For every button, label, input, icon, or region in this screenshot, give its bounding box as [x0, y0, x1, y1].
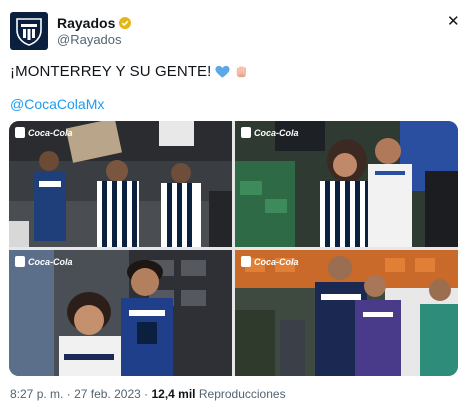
photo-3-tag-text: Coca-Cola: [28, 256, 73, 267]
tweet-time[interactable]: 8:27 p. m.: [10, 387, 63, 401]
photo-2-tag: Coca-Cola: [241, 127, 299, 138]
meta-separator-2: ·: [144, 387, 149, 401]
photo-4-tag-text: Coca-Cola: [254, 256, 299, 267]
tweet-date[interactable]: 27 feb. 2023: [74, 387, 141, 401]
close-icon[interactable]: ✕: [447, 12, 460, 30]
photo-grid: Coca-Cola Coca-Cola Coca-Cola Coca-Cola: [9, 121, 458, 376]
views-count: 12,4 mil: [151, 387, 196, 401]
photo-1-tag-text: Coca-Cola: [28, 127, 73, 138]
verified-badge-icon: [119, 17, 132, 29]
crest-badge-icon: [241, 256, 251, 267]
photo-4[interactable]: Coca-Cola: [235, 250, 458, 376]
photo-3-tag: Coca-Cola: [15, 256, 73, 267]
club-crest-icon: [16, 18, 42, 46]
avatar[interactable]: [10, 12, 48, 50]
crest-badge-icon: [15, 256, 25, 267]
photo-4-image: [235, 250, 458, 376]
photo-1-image: [9, 121, 232, 247]
views-label: Reproducciones: [198, 387, 286, 401]
photo-3-image: [9, 250, 232, 376]
mention-link[interactable]: @CocaColaMx: [10, 96, 104, 112]
photo-1-tag: Coca-Cola: [15, 127, 73, 138]
account-name[interactable]: Rayados: [57, 15, 132, 31]
crest-badge-icon: [15, 127, 25, 138]
photo-3[interactable]: Coca-Cola: [9, 250, 232, 376]
account-handle[interactable]: @Rayados: [57, 32, 122, 47]
blue-heart-icon: [215, 65, 230, 78]
photo-4-tag: Coca-Cola: [241, 256, 299, 267]
photo-2-tag-text: Coca-Cola: [254, 127, 299, 138]
photo-1[interactable]: Coca-Cola: [9, 121, 232, 247]
tweet-meta: 8:27 p. m. · 27 feb. 2023 · 12,4 mil Rep…: [10, 387, 286, 401]
tweet-text-content: ¡MONTERREY Y SU GENTE!: [10, 63, 212, 80]
raised-hand-icon: [237, 66, 247, 78]
photo-2[interactable]: Coca-Cola: [235, 121, 458, 247]
tweet-text: ¡MONTERREY Y SU GENTE!: [10, 63, 249, 80]
meta-separator: ·: [66, 387, 71, 401]
account-name-text: Rayados: [57, 15, 116, 31]
tweet: Rayados @Rayados ✕ ¡MONTERREY Y SU GENTE…: [0, 0, 474, 416]
photo-2-image: [235, 121, 458, 247]
crest-badge-icon: [241, 127, 251, 138]
